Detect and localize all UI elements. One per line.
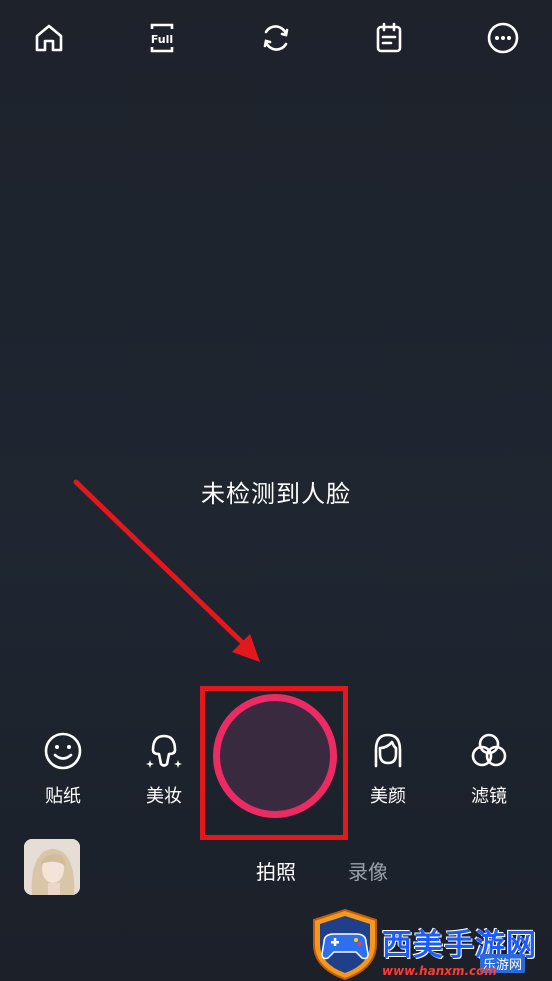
tool-sticker-label: 贴纸 [45, 786, 81, 807]
tool-makeup[interactable]: 美妆 [124, 730, 204, 810]
shutter-button[interactable] [213, 694, 337, 818]
full-label: Full [151, 33, 173, 46]
face-beauty-icon [374, 733, 402, 768]
tool-sticker[interactable]: 贴纸 [23, 730, 103, 810]
notes-button[interactable] [369, 18, 409, 58]
more-icon [487, 22, 519, 54]
gamepad-shield-icon [313, 908, 377, 981]
mode-photo-tab[interactable]: 拍照 [256, 856, 296, 885]
tool-makeup-label: 美妆 [146, 786, 182, 807]
makeup-icon [146, 734, 182, 768]
filter-icon [471, 733, 507, 767]
portrait-thumbnail-image [24, 839, 80, 895]
top-toolbar: Full [0, 0, 552, 80]
notes-icon [376, 22, 402, 53]
home-button[interactable] [29, 18, 69, 58]
gallery-thumbnail[interactable] [24, 839, 80, 895]
full-button[interactable]: Full [142, 18, 182, 58]
watermark-logo: 西美手游网 乐游网 www.hanxm.com [310, 908, 552, 981]
tool-filter-label: 滤镜 [471, 786, 507, 807]
watermark-url: www.hanxm.com [382, 964, 497, 978]
tool-beauty[interactable]: 美颜 [348, 730, 428, 810]
rotate-icon [263, 25, 289, 51]
smiley-icon [44, 732, 82, 770]
mode-video-tab[interactable]: 录像 [348, 856, 388, 885]
home-icon [35, 24, 63, 52]
annotation-arrow [73, 479, 260, 662]
switch-camera-button[interactable] [256, 18, 296, 58]
more-button[interactable] [483, 18, 523, 58]
tool-beauty-label: 美颜 [370, 786, 406, 807]
fullscreen-icon: Full [150, 23, 174, 53]
tool-filter[interactable]: 滤镜 [449, 730, 529, 810]
